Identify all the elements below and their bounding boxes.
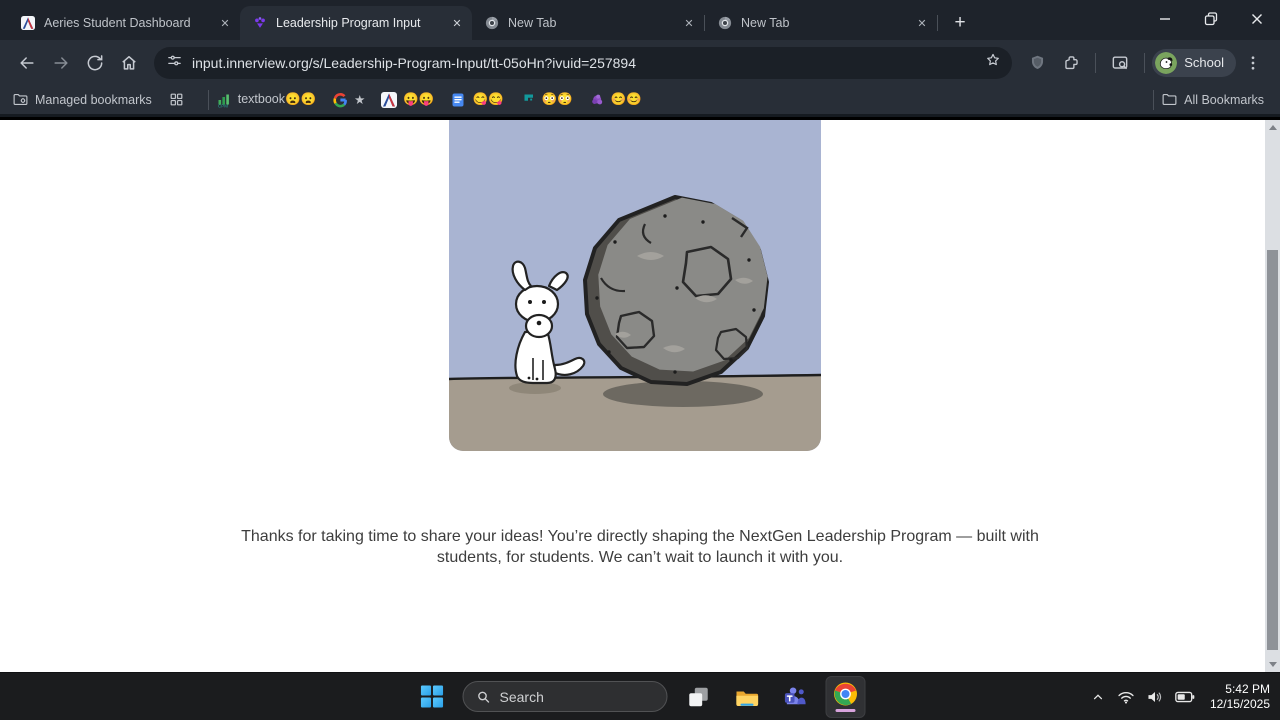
bookmark-purple[interactable]: 😊😊 (589, 92, 642, 108)
back-button[interactable] (10, 46, 44, 80)
close-tab-icon[interactable]: ✕ (216, 14, 234, 32)
forward-button[interactable] (44, 46, 78, 80)
chrome-gray-favicon (717, 15, 733, 31)
profile-chip[interactable]: School (1152, 48, 1236, 77)
home-button[interactable] (112, 46, 146, 80)
teams-icon (784, 687, 806, 705)
kebab-menu-icon[interactable] (1236, 46, 1270, 80)
start-button[interactable] (415, 677, 449, 717)
tab-title: Aeries Student Dashboard (44, 16, 191, 30)
google-favicon (333, 92, 347, 107)
reload-button[interactable] (78, 46, 112, 80)
battery-icon[interactable] (1174, 687, 1196, 707)
tab-search-icon[interactable] (1103, 46, 1137, 80)
purple-favicon (590, 94, 602, 107)
close-window-button[interactable] (1234, 0, 1280, 38)
managed-bookmarks[interactable]: Managed bookmarks (12, 91, 152, 108)
bookmark-docs[interactable]: 😋😋 (450, 92, 504, 108)
all-bookmarks[interactable]: All Bookmarks (1161, 91, 1264, 108)
tab-title: Leadership Program Input (276, 16, 421, 30)
taskbar-search[interactable] (462, 681, 668, 712)
tab-new-tab-2[interactable]: New Tab ✕ (705, 6, 937, 40)
close-tab-icon[interactable]: ✕ (680, 14, 698, 32)
shield-extension-icon[interactable] (1020, 46, 1054, 80)
scroll-down-arrow-icon[interactable] (1268, 662, 1277, 667)
bookmarks-bar: Managed bookmarks CPM textbook😦😦 ★ 😛😛 😋😋… (0, 85, 1280, 117)
address-bar[interactable]: input.innerview.org/s/Leadership-Program… (154, 46, 1013, 79)
task-view-icon (689, 687, 708, 706)
extensions-puzzle-icon[interactable] (1054, 46, 1088, 80)
tab-aeries-dashboard[interactable]: Aeries Student Dashboard ✕ (8, 6, 240, 40)
chrome-gray-favicon (484, 15, 500, 31)
toolbar-separator (1095, 52, 1097, 73)
aeries-favicon (20, 15, 36, 31)
thank-you-message: Thanks for taking time to share your ide… (241, 528, 1039, 566)
comic-illustration (449, 120, 821, 451)
window-controls (1142, 0, 1280, 38)
tab-new-tab-1[interactable]: New Tab ✕ (472, 6, 704, 40)
minimize-button[interactable] (1142, 0, 1188, 38)
wifi-icon[interactable] (1116, 687, 1136, 707)
sparkle-favicon (252, 15, 268, 31)
tray-time: 5:42 PM (1225, 681, 1270, 696)
restore-button[interactable] (1188, 0, 1234, 38)
bookmark-star-icon[interactable] (984, 51, 1002, 74)
tray-chevron-icon[interactable] (1089, 688, 1107, 706)
active-app-indicator (835, 709, 856, 712)
chart-favicon: CPM (218, 94, 229, 108)
tray-date: 12/15/2025 (1209, 696, 1270, 711)
folder-gear-icon (13, 93, 28, 106)
tab-title: New Tab (508, 16, 557, 30)
managed-bookmarks-label: Managed bookmarks (35, 92, 152, 107)
apps-grid-icon (170, 93, 183, 106)
folder-icon (1162, 93, 1177, 106)
chrome-taskbar-button[interactable] (825, 675, 866, 718)
close-tab-icon[interactable]: ✕ (913, 14, 931, 32)
taskbar-search-input[interactable] (499, 688, 630, 705)
profile-name: School (1184, 55, 1224, 70)
page-content: Thanks for taking time to share your ide… (0, 120, 1280, 672)
bookmark-google[interactable]: ★ (332, 92, 365, 108)
scrollbar-thumb[interactable] (1267, 250, 1278, 650)
formative-favicon (524, 94, 533, 101)
bookmarks-separator (1153, 89, 1155, 110)
new-tab-button[interactable]: + (946, 9, 974, 37)
scroll-up-arrow-icon[interactable] (1268, 125, 1277, 130)
task-view-button[interactable] (682, 677, 716, 717)
windows-taskbar: 5:42 PM 12/15/2025 (0, 672, 1280, 720)
chrome-icon (834, 682, 857, 706)
site-settings-tune-icon[interactable] (166, 52, 183, 74)
apps-grid-button[interactable] (168, 91, 185, 108)
file-explorer-button[interactable] (730, 677, 764, 717)
bookmarks-separator (207, 89, 209, 110)
svg-text:CPM: CPM (218, 103, 228, 108)
tray-clock[interactable]: 5:42 PM 12/15/2025 (1210, 682, 1270, 712)
tab-strip: Aeries Student Dashboard ✕ Leadership Pr… (0, 0, 1280, 40)
windows-logo-icon (420, 685, 443, 708)
toolbar-separator (1144, 52, 1146, 73)
system-tray: 5:42 PM 12/15/2025 (1089, 673, 1280, 720)
tab-title: New Tab (741, 16, 790, 30)
bookmark-textbook[interactable]: CPM textbook😦😦 (216, 92, 316, 108)
browser-toolbar: input.innerview.org/s/Leadership-Program… (0, 40, 1280, 85)
volume-icon[interactable] (1145, 687, 1165, 707)
all-bookmarks-label: All Bookmarks (1184, 92, 1264, 107)
profile-avatar (1155, 51, 1178, 74)
bookmark-formative[interactable]: 😳😳 (520, 92, 573, 108)
url-text[interactable]: input.innerview.org/s/Leadership-Program… (192, 55, 975, 71)
page-scrollbar[interactable] (1265, 120, 1280, 672)
file-explorer-icon (736, 691, 759, 706)
chrome-window: Aeries Student Dashboard ✕ Leadership Pr… (0, 0, 1280, 720)
aeries-favicon (381, 91, 398, 108)
search-icon (478, 691, 490, 703)
taskbar-center (415, 673, 866, 720)
docs-favicon (452, 93, 464, 106)
close-tab-icon[interactable]: ✕ (448, 14, 466, 32)
bookmark-aeries[interactable]: 😛😛 (381, 91, 434, 108)
teams-button[interactable] (778, 677, 812, 717)
tab-leadership-program-input[interactable]: Leadership Program Input ✕ (240, 6, 472, 40)
tab-separator (937, 15, 938, 31)
